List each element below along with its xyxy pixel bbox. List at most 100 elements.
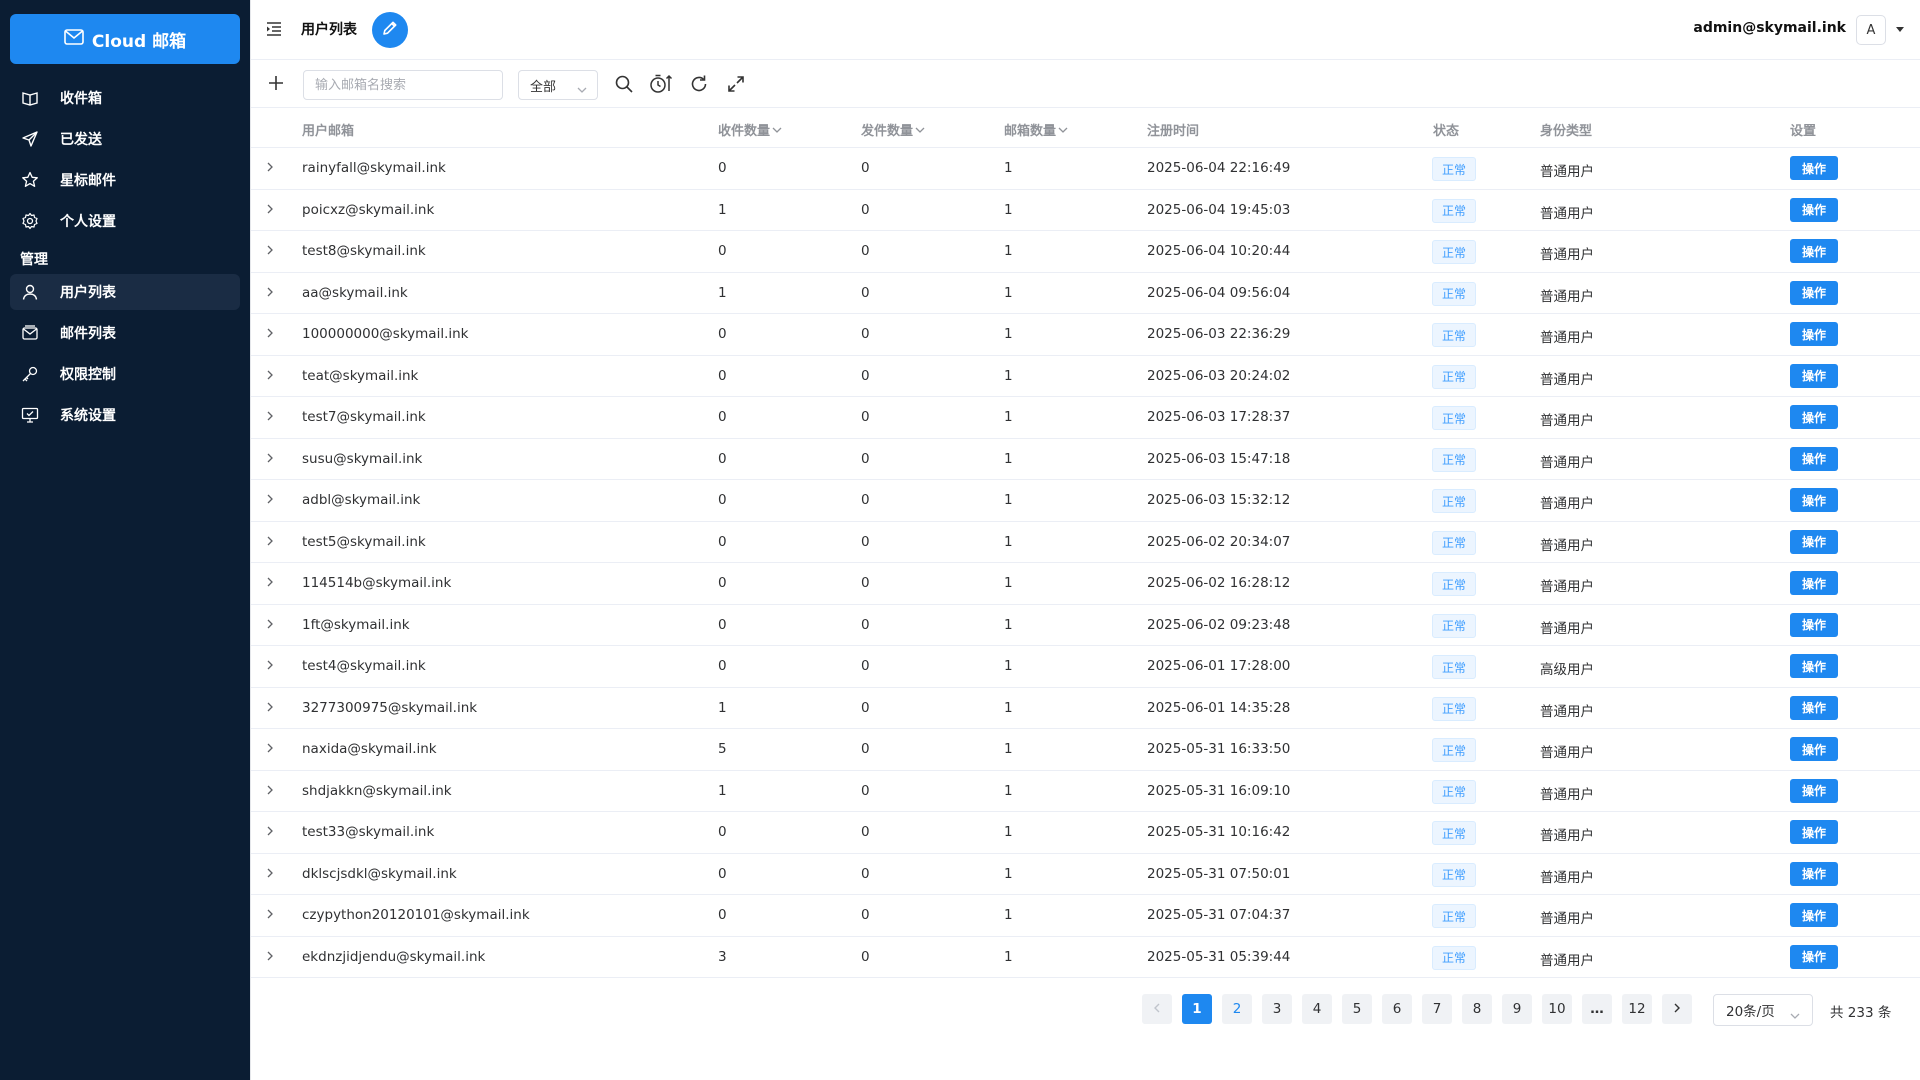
sidebar-item-permissions[interactable]: 权限控制 (10, 356, 240, 392)
chevron-right-icon[interactable] (265, 908, 277, 920)
search-input[interactable] (303, 70, 503, 100)
status-badge: 正常 (1432, 157, 1476, 181)
cell-registered: 2025-06-01 14:35:28 (1147, 699, 1291, 716)
page-button[interactable]: 9 (1502, 994, 1532, 1024)
chevron-right-icon[interactable] (265, 742, 277, 754)
sort-time-icon[interactable] (649, 72, 673, 96)
column-header-received[interactable]: 收件数量 (718, 120, 782, 139)
action-button[interactable]: 操作 (1790, 405, 1838, 429)
chevron-right-icon[interactable] (265, 327, 277, 339)
table-row: ekdnzjidjendu@skymail.ink 3 0 1 2025-05-31 0… (251, 937, 1920, 978)
chevron-right-icon[interactable] (265, 701, 277, 713)
action-button[interactable]: 操作 (1790, 529, 1838, 554)
cell-received: 3 (718, 948, 727, 965)
pencil-icon (381, 19, 399, 41)
chevron-right-icon[interactable] (265, 535, 277, 547)
page-button[interactable]: 6 (1382, 994, 1412, 1024)
table-row: teat@skymail.ink 0 0 1 2025-06-03 20:24:02 普通… (251, 356, 1920, 397)
chevron-right-icon[interactable] (265, 950, 277, 962)
page-button[interactable]: 8 (1462, 994, 1492, 1024)
avatar[interactable]: A (1856, 15, 1886, 45)
page-button[interactable]: 4 (1302, 994, 1332, 1024)
add-user-button[interactable] (265, 72, 287, 94)
page-button[interactable]: 7 (1422, 994, 1452, 1024)
column-header-sent[interactable]: 发件数量 (861, 120, 925, 139)
cell-mailboxes: 1 (1004, 243, 1013, 259)
action-button[interactable]: 操作 (1790, 861, 1838, 886)
sidebar-item-system-settings[interactable]: 系统设置 (10, 397, 240, 433)
cell-sent: 0 (861, 160, 870, 176)
action-button[interactable]: 操作 (1790, 197, 1838, 222)
chevron-right-icon[interactable] (265, 410, 277, 422)
action-button[interactable]: 操作 (1790, 820, 1838, 844)
cell-role: 普通用户 (1540, 786, 1594, 803)
sidebar-item-label: 已发送 (60, 132, 102, 148)
chevron-right-icon[interactable] (265, 659, 277, 671)
cell-registered: 2025-06-02 09:23:48 (1147, 616, 1291, 633)
chevron-right-icon[interactable] (265, 784, 277, 796)
chevron-right-icon[interactable] (265, 161, 277, 173)
action-button[interactable]: 操作 (1790, 778, 1838, 803)
page-button[interactable]: 12 (1622, 994, 1652, 1024)
page-button[interactable]: 5 (1342, 994, 1372, 1024)
action-button[interactable]: 操作 (1790, 446, 1838, 471)
action-button[interactable]: 操作 (1790, 239, 1838, 263)
menu-collapse-icon[interactable] (265, 20, 283, 38)
action-button[interactable]: 操作 (1790, 322, 1838, 346)
chevron-right-icon[interactable] (265, 867, 277, 879)
column-header-mailboxes[interactable]: 邮箱数量 (1004, 120, 1068, 139)
page-button[interactable]: 1 (1182, 994, 1212, 1024)
chevron-right-icon[interactable] (265, 244, 277, 256)
chevron-right-icon[interactable] (265, 825, 277, 837)
sidebar-item-sent[interactable]: 已发送 (10, 121, 240, 157)
cell-sent: 0 (861, 699, 870, 716)
sidebar-item-personal-settings[interactable]: 个人设置 (10, 203, 240, 239)
chevron-right-icon[interactable] (265, 452, 277, 464)
chevron-right-icon[interactable] (265, 576, 277, 588)
cell-role: 普通用户 (1540, 330, 1594, 346)
cell-role: 普通用户 (1540, 869, 1594, 886)
chevron-right-icon[interactable] (265, 493, 277, 505)
status-filter-select[interactable]: 全部 (518, 70, 598, 100)
chevron-right-icon[interactable] (265, 203, 277, 215)
chevron-right-icon[interactable] (265, 369, 277, 381)
action-button[interactable]: 操作 (1790, 944, 1838, 969)
sidebar-item-label: 用户列表 (60, 285, 116, 301)
cell-role: 普通用户 (1540, 413, 1594, 429)
fullscreen-icon[interactable] (724, 72, 748, 96)
sidebar-item-starred[interactable]: 星标邮件 (10, 162, 240, 198)
sidebar-item-inbox[interactable]: 收件箱 (10, 80, 240, 116)
action-button[interactable]: 操作 (1790, 695, 1838, 720)
action-button[interactable]: 操作 (1790, 903, 1838, 927)
caret-down-icon[interactable] (1896, 27, 1904, 32)
brand-button[interactable]: Cloud 邮箱 (10, 14, 240, 64)
brand-label: Cloud 邮箱 (91, 31, 187, 52)
page-size-select[interactable]: 20条/页 (1713, 994, 1813, 1026)
action-button[interactable]: 操作 (1790, 571, 1838, 595)
action-button[interactable]: 操作 (1790, 280, 1838, 305)
action-button[interactable]: 操作 (1790, 363, 1838, 388)
cell-received: 0 (718, 533, 727, 550)
chevron-right-icon[interactable] (265, 286, 277, 298)
cell-sent: 0 (861, 616, 870, 633)
cell-received: 0 (718, 824, 727, 840)
search-icon[interactable] (612, 72, 636, 96)
sidebar-item-mail-list[interactable]: 邮件列表 (10, 315, 240, 351)
next-page-button[interactable] (1662, 994, 1692, 1024)
page-button[interactable]: 3 (1262, 994, 1292, 1024)
status-badge: 正常 (1432, 364, 1476, 389)
action-button[interactable]: 操作 (1790, 737, 1838, 761)
sidebar: Cloud 邮箱 收件箱 已发送 星标邮件 个人设置 管理 用户列表 邮件列表 (0, 0, 250, 1080)
action-button[interactable]: 操作 (1790, 488, 1838, 512)
action-button[interactable]: 操作 (1790, 654, 1838, 678)
prev-page-button[interactable] (1142, 994, 1172, 1024)
action-button[interactable]: 操作 (1790, 612, 1838, 637)
action-button[interactable]: 操作 (1790, 156, 1838, 180)
refresh-icon[interactable] (687, 72, 711, 96)
chevron-right-icon[interactable] (265, 618, 277, 630)
page-ellipsis[interactable]: … (1582, 994, 1612, 1024)
compose-button[interactable] (372, 12, 408, 48)
sidebar-item-user-list[interactable]: 用户列表 (10, 274, 240, 310)
page-button[interactable]: 2 (1222, 994, 1252, 1024)
page-button[interactable]: 10 (1542, 994, 1572, 1024)
